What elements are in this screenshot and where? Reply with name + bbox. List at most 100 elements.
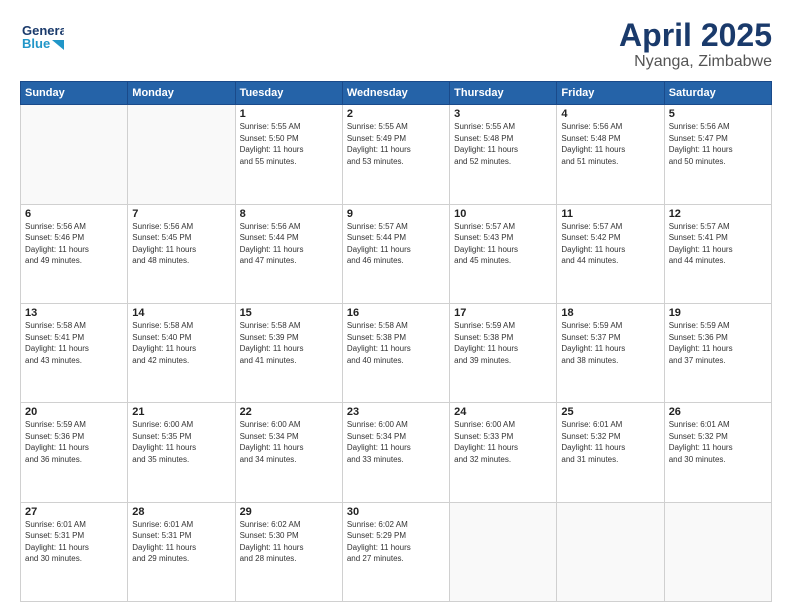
calendar-header-sunday: Sunday xyxy=(21,82,128,105)
day-number: 30 xyxy=(347,506,445,518)
day-number: 6 xyxy=(25,208,123,220)
location: Nyanga, Zimbabwe xyxy=(619,53,772,71)
day-number: 3 xyxy=(454,108,552,120)
calendar-week-row: 20Sunrise: 5:59 AM Sunset: 5:36 PM Dayli… xyxy=(21,403,772,502)
cell-content: Sunrise: 5:57 AM Sunset: 5:43 PM Dayligh… xyxy=(454,221,552,267)
cell-content: Sunrise: 5:56 AM Sunset: 5:46 PM Dayligh… xyxy=(25,221,123,267)
day-number: 22 xyxy=(240,406,338,418)
day-number: 5 xyxy=(669,108,767,120)
header: General Blue April 2025 Nyanga, Zimbabwe xyxy=(20,18,772,71)
month-title: April 2025 xyxy=(619,18,772,53)
day-number: 24 xyxy=(454,406,552,418)
calendar-week-row: 27Sunrise: 6:01 AM Sunset: 5:31 PM Dayli… xyxy=(21,502,772,601)
calendar-header-friday: Friday xyxy=(557,82,664,105)
cell-content: Sunrise: 5:57 AM Sunset: 5:44 PM Dayligh… xyxy=(347,221,445,267)
calendar-cell xyxy=(557,502,664,601)
calendar-header-thursday: Thursday xyxy=(450,82,557,105)
calendar-cell: 12Sunrise: 5:57 AM Sunset: 5:41 PM Dayli… xyxy=(664,204,771,303)
day-number: 18 xyxy=(561,307,659,319)
calendar-cell: 11Sunrise: 5:57 AM Sunset: 5:42 PM Dayli… xyxy=(557,204,664,303)
day-number: 21 xyxy=(132,406,230,418)
calendar-cell: 10Sunrise: 5:57 AM Sunset: 5:43 PM Dayli… xyxy=(450,204,557,303)
cell-content: Sunrise: 5:59 AM Sunset: 5:37 PM Dayligh… xyxy=(561,320,659,366)
calendar-cell xyxy=(128,105,235,204)
page: General Blue April 2025 Nyanga, Zimbabwe… xyxy=(0,0,792,612)
day-number: 26 xyxy=(669,406,767,418)
calendar-cell: 8Sunrise: 5:56 AM Sunset: 5:44 PM Daylig… xyxy=(235,204,342,303)
cell-content: Sunrise: 5:57 AM Sunset: 5:42 PM Dayligh… xyxy=(561,221,659,267)
calendar-cell xyxy=(664,502,771,601)
calendar-header-tuesday: Tuesday xyxy=(235,82,342,105)
calendar-week-row: 1Sunrise: 5:55 AM Sunset: 5:50 PM Daylig… xyxy=(21,105,772,204)
calendar-cell: 27Sunrise: 6:01 AM Sunset: 5:31 PM Dayli… xyxy=(21,502,128,601)
day-number: 12 xyxy=(669,208,767,220)
cell-content: Sunrise: 6:00 AM Sunset: 5:35 PM Dayligh… xyxy=(132,419,230,465)
cell-content: Sunrise: 5:59 AM Sunset: 5:36 PM Dayligh… xyxy=(25,419,123,465)
cell-content: Sunrise: 5:58 AM Sunset: 5:40 PM Dayligh… xyxy=(132,320,230,366)
title-block: April 2025 Nyanga, Zimbabwe xyxy=(619,18,772,71)
calendar-cell: 2Sunrise: 5:55 AM Sunset: 5:49 PM Daylig… xyxy=(342,105,449,204)
day-number: 1 xyxy=(240,108,338,120)
calendar-header-monday: Monday xyxy=(128,82,235,105)
cell-content: Sunrise: 6:01 AM Sunset: 5:32 PM Dayligh… xyxy=(669,419,767,465)
cell-content: Sunrise: 5:59 AM Sunset: 5:36 PM Dayligh… xyxy=(669,320,767,366)
cell-content: Sunrise: 5:58 AM Sunset: 5:39 PM Dayligh… xyxy=(240,320,338,366)
calendar-cell: 18Sunrise: 5:59 AM Sunset: 5:37 PM Dayli… xyxy=(557,303,664,402)
calendar-cell: 25Sunrise: 6:01 AM Sunset: 5:32 PM Dayli… xyxy=(557,403,664,502)
cell-content: Sunrise: 5:56 AM Sunset: 5:44 PM Dayligh… xyxy=(240,221,338,267)
calendar-cell: 7Sunrise: 5:56 AM Sunset: 5:45 PM Daylig… xyxy=(128,204,235,303)
cell-content: Sunrise: 6:00 AM Sunset: 5:33 PM Dayligh… xyxy=(454,419,552,465)
day-number: 13 xyxy=(25,307,123,319)
calendar-cell: 29Sunrise: 6:02 AM Sunset: 5:30 PM Dayli… xyxy=(235,502,342,601)
day-number: 29 xyxy=(240,506,338,518)
calendar-cell: 24Sunrise: 6:00 AM Sunset: 5:33 PM Dayli… xyxy=(450,403,557,502)
day-number: 19 xyxy=(669,307,767,319)
calendar-week-row: 13Sunrise: 5:58 AM Sunset: 5:41 PM Dayli… xyxy=(21,303,772,402)
calendar-cell: 13Sunrise: 5:58 AM Sunset: 5:41 PM Dayli… xyxy=(21,303,128,402)
day-number: 23 xyxy=(347,406,445,418)
calendar-cell: 3Sunrise: 5:55 AM Sunset: 5:48 PM Daylig… xyxy=(450,105,557,204)
day-number: 15 xyxy=(240,307,338,319)
cell-content: Sunrise: 6:00 AM Sunset: 5:34 PM Dayligh… xyxy=(240,419,338,465)
calendar-cell: 20Sunrise: 5:59 AM Sunset: 5:36 PM Dayli… xyxy=(21,403,128,502)
calendar-cell: 17Sunrise: 5:59 AM Sunset: 5:38 PM Dayli… xyxy=(450,303,557,402)
calendar-cell: 21Sunrise: 6:00 AM Sunset: 5:35 PM Dayli… xyxy=(128,403,235,502)
cell-content: Sunrise: 5:59 AM Sunset: 5:38 PM Dayligh… xyxy=(454,320,552,366)
day-number: 4 xyxy=(561,108,659,120)
calendar-header-saturday: Saturday xyxy=(664,82,771,105)
calendar-cell: 30Sunrise: 6:02 AM Sunset: 5:29 PM Dayli… xyxy=(342,502,449,601)
calendar-table: SundayMondayTuesdayWednesdayThursdayFrid… xyxy=(20,81,772,602)
cell-content: Sunrise: 5:55 AM Sunset: 5:50 PM Dayligh… xyxy=(240,121,338,167)
day-number: 28 xyxy=(132,506,230,518)
cell-content: Sunrise: 5:56 AM Sunset: 5:47 PM Dayligh… xyxy=(669,121,767,167)
cell-content: Sunrise: 5:58 AM Sunset: 5:38 PM Dayligh… xyxy=(347,320,445,366)
calendar-cell: 9Sunrise: 5:57 AM Sunset: 5:44 PM Daylig… xyxy=(342,204,449,303)
cell-content: Sunrise: 6:02 AM Sunset: 5:30 PM Dayligh… xyxy=(240,519,338,565)
cell-content: Sunrise: 5:57 AM Sunset: 5:41 PM Dayligh… xyxy=(669,221,767,267)
calendar-cell: 22Sunrise: 6:00 AM Sunset: 5:34 PM Dayli… xyxy=(235,403,342,502)
day-number: 7 xyxy=(132,208,230,220)
cell-content: Sunrise: 6:01 AM Sunset: 5:31 PM Dayligh… xyxy=(132,519,230,565)
calendar-header-wednesday: Wednesday xyxy=(342,82,449,105)
day-number: 25 xyxy=(561,406,659,418)
svg-text:Blue: Blue xyxy=(22,36,50,51)
day-number: 11 xyxy=(561,208,659,220)
calendar-cell xyxy=(21,105,128,204)
day-number: 17 xyxy=(454,307,552,319)
calendar-header-row: SundayMondayTuesdayWednesdayThursdayFrid… xyxy=(21,82,772,105)
day-number: 14 xyxy=(132,307,230,319)
cell-content: Sunrise: 5:56 AM Sunset: 5:45 PM Dayligh… xyxy=(132,221,230,267)
calendar-cell: 15Sunrise: 5:58 AM Sunset: 5:39 PM Dayli… xyxy=(235,303,342,402)
calendar-cell: 19Sunrise: 5:59 AM Sunset: 5:36 PM Dayli… xyxy=(664,303,771,402)
day-number: 27 xyxy=(25,506,123,518)
calendar-cell: 14Sunrise: 5:58 AM Sunset: 5:40 PM Dayli… xyxy=(128,303,235,402)
cell-content: Sunrise: 6:01 AM Sunset: 5:31 PM Dayligh… xyxy=(25,519,123,565)
day-number: 10 xyxy=(454,208,552,220)
calendar-week-row: 6Sunrise: 5:56 AM Sunset: 5:46 PM Daylig… xyxy=(21,204,772,303)
calendar-cell xyxy=(450,502,557,601)
calendar-cell: 16Sunrise: 5:58 AM Sunset: 5:38 PM Dayli… xyxy=(342,303,449,402)
cell-content: Sunrise: 6:00 AM Sunset: 5:34 PM Dayligh… xyxy=(347,419,445,465)
calendar-cell: 23Sunrise: 6:00 AM Sunset: 5:34 PM Dayli… xyxy=(342,403,449,502)
day-number: 9 xyxy=(347,208,445,220)
cell-content: Sunrise: 5:58 AM Sunset: 5:41 PM Dayligh… xyxy=(25,320,123,366)
